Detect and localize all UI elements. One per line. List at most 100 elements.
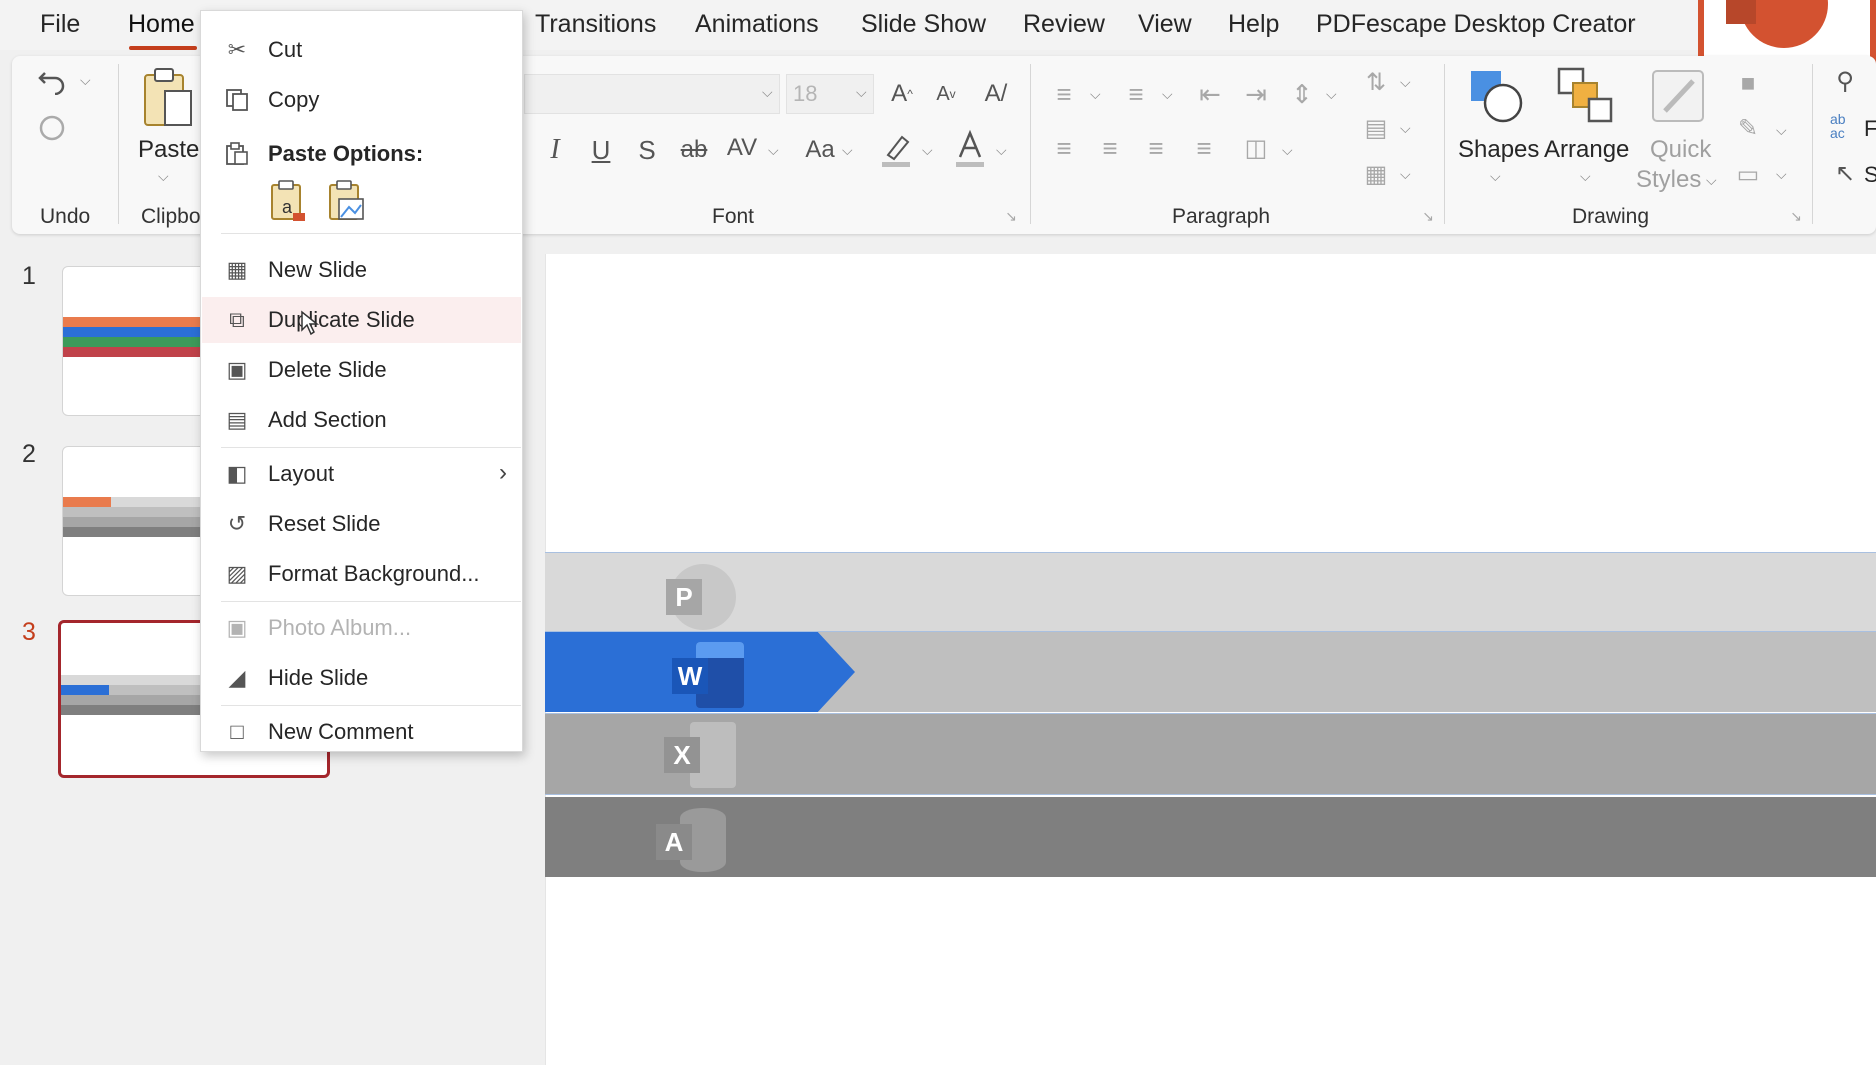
shadow-text-icon[interactable]: S <box>632 132 662 168</box>
shape-outline-icon[interactable]: ✎ <box>1730 110 1766 146</box>
align-text-dropdown-icon[interactable]: ⌵ <box>1400 120 1411 137</box>
highlight-dropdown-icon[interactable]: ⌵ <box>922 142 933 159</box>
clear-formatting-icon[interactable]: A/ <box>976 74 1016 114</box>
paste-button[interactable]: Paste <box>138 136 199 164</box>
increase-indent-icon[interactable]: ⇥ <box>1238 76 1274 112</box>
arrange-dropdown-icon[interactable]: ⌵ <box>1580 168 1591 185</box>
tab-animations[interactable]: Animations <box>695 10 819 39</box>
menu-item-layout[interactable]: ◧ Layout › <box>202 451 521 497</box>
paste-icon[interactable] <box>140 66 196 130</box>
menu-item-add-section[interactable]: ▤ Add Section <box>202 397 521 443</box>
menu-item-delete-slide[interactable]: ▣ Delete Slide <box>202 347 521 393</box>
shapes-button[interactable]: Shapes <box>1458 136 1539 164</box>
quick-styles-icon[interactable] <box>1648 66 1708 126</box>
strikethrough-icon[interactable]: ab <box>676 132 712 168</box>
undo-dropdown-icon[interactable]: ⌵ <box>80 72 91 89</box>
menu-item-duplicate-slide[interactable]: ⧉ Duplicate Slide <box>202 297 521 343</box>
line-spacing-icon[interactable]: ⇕ <box>1284 76 1320 112</box>
tab-file[interactable]: File <box>40 10 80 39</box>
font-dialog-launcher-icon[interactable]: ↘ <box>1003 208 1019 224</box>
paste-dropdown-icon[interactable]: ⌵ <box>158 168 169 185</box>
text-direction-dropdown-icon[interactable]: ⌵ <box>1400 74 1411 91</box>
quick-styles-dropdown-icon[interactable]: ⌵ <box>1706 172 1717 189</box>
menu-item-copy[interactable]: Copy <box>202 77 521 123</box>
tab-pdfescape[interactable]: PDFescape Desktop Creator <box>1316 10 1636 39</box>
paste-as-picture-icon[interactable] <box>327 179 367 223</box>
align-right-icon[interactable]: ≡ <box>1138 130 1174 166</box>
slide-band-access[interactable] <box>545 797 1876 877</box>
font-group-label: Font <box>712 205 755 228</box>
add-section-icon: ▤ <box>226 407 248 432</box>
shape-fill-icon[interactable]: ■ <box>1730 66 1766 102</box>
character-spacing-icon[interactable]: AV <box>724 130 760 166</box>
undo-icon[interactable] <box>34 62 70 98</box>
replace-icon[interactable]: ab ac <box>1830 112 1864 146</box>
menu-item-hide-slide[interactable]: ◢ Hide Slide <box>202 655 521 701</box>
menu-item-format-background[interactable]: ▨ Format Background... <box>202 551 521 597</box>
redo-icon[interactable] <box>34 110 70 146</box>
text-direction-icon[interactable]: ⇅ <box>1358 64 1394 100</box>
menu-item-new-comment[interactable]: □ New Comment <box>202 709 521 755</box>
tab-help[interactable]: Help <box>1228 10 1279 39</box>
paragraph-dialog-launcher-icon[interactable]: ↘ <box>1420 208 1436 224</box>
slide-band-excel[interactable] <box>545 713 1876 795</box>
tab-transitions[interactable]: Transitions <box>535 10 656 39</box>
tab-slide-show[interactable]: Slide Show <box>861 10 986 39</box>
menu-label-copy: Copy <box>268 87 320 112</box>
line-spacing-dropdown-icon[interactable]: ⌵ <box>1326 86 1337 103</box>
align-text-icon[interactable]: ▤ <box>1358 110 1394 146</box>
change-case-dropdown-icon[interactable]: ⌵ <box>842 142 853 159</box>
numbering-icon[interactable]: ≡ <box>1118 76 1154 112</box>
arrange-icon[interactable] <box>1556 66 1616 126</box>
change-case-icon[interactable]: Aa <box>800 132 840 168</box>
font-color-icon[interactable] <box>950 128 990 170</box>
align-center-icon[interactable]: ≡ <box>1092 130 1128 166</box>
font-color-dropdown-icon[interactable]: ⌵ <box>996 142 1007 159</box>
align-left-icon[interactable]: ≡ <box>1046 130 1082 166</box>
smartart-dropdown-icon[interactable]: ⌵ <box>1400 166 1411 183</box>
clipboard-group-label: Clipbo <box>141 205 201 228</box>
justify-icon[interactable]: ≡ <box>1186 130 1222 166</box>
quick-styles-label-line2[interactable]: Styles <box>1636 166 1701 194</box>
tab-home[interactable]: Home <box>128 10 195 39</box>
shapes-dropdown-icon[interactable]: ⌵ <box>1490 168 1501 185</box>
increase-font-size-icon[interactable]: A ^ <box>884 76 920 112</box>
menu-item-new-slide[interactable]: ▦ New Slide <box>202 247 521 293</box>
character-spacing-dropdown-icon[interactable]: ⌵ <box>768 142 779 159</box>
arrange-button[interactable]: Arrange <box>1544 136 1629 164</box>
smartart-icon[interactable]: ▦ <box>1358 156 1394 192</box>
excel-letter: X <box>664 737 700 773</box>
select-button-fragment[interactable]: S <box>1864 162 1876 188</box>
shape-effects-dropdown-icon[interactable]: ⌵ <box>1776 166 1787 183</box>
menu-item-reset-slide[interactable]: ↺ Reset Slide <box>202 501 521 547</box>
bullets-dropdown-icon[interactable]: ⌵ <box>1090 86 1101 103</box>
replace-button-fragment[interactable]: F <box>1864 116 1876 142</box>
shapes-icon[interactable] <box>1466 66 1526 126</box>
columns-dropdown-icon[interactable]: ⌵ <box>1282 142 1293 159</box>
underline-icon[interactable]: U <box>586 132 616 168</box>
paint-bucket-icon: ▨ <box>226 561 248 586</box>
menu-item-cut[interactable]: ✂ Cut <box>202 27 521 73</box>
find-icon[interactable]: ⚲ <box>1830 66 1860 96</box>
select-cursor-icon[interactable]: ↖ <box>1830 158 1860 188</box>
shape-outline-dropdown-icon[interactable]: ⌵ <box>1776 122 1787 139</box>
menu-label-reset-slide: Reset Slide <box>268 511 381 536</box>
italic-icon[interactable]: I <box>540 132 570 168</box>
photo-album-icon: ▣ <box>226 615 248 640</box>
paste-use-destination-theme-icon[interactable]: a <box>269 179 309 223</box>
bullets-icon[interactable]: ≡ <box>1046 76 1082 112</box>
tab-review[interactable]: Review <box>1023 10 1105 39</box>
decrease-font-size-icon[interactable]: Av <box>928 76 964 112</box>
decrease-indent-icon[interactable]: ⇤ <box>1192 76 1228 112</box>
menu-label-cut: Cut <box>268 37 303 62</box>
font-name-input[interactable] <box>524 74 780 114</box>
shape-effects-icon[interactable]: ▭ <box>1730 156 1766 192</box>
font-size-dropdown-icon[interactable]: ⌵ <box>856 84 867 101</box>
font-name-dropdown-icon[interactable]: ⌵ <box>762 84 773 101</box>
columns-icon[interactable]: ◫ <box>1238 130 1274 166</box>
highlight-color-icon[interactable] <box>876 128 916 170</box>
slide-band-powerpoint[interactable] <box>545 552 1876 632</box>
numbering-dropdown-icon[interactable]: ⌵ <box>1162 86 1173 103</box>
drawing-dialog-launcher-icon[interactable]: ↘ <box>1788 208 1804 224</box>
tab-view[interactable]: View <box>1138 10 1192 39</box>
